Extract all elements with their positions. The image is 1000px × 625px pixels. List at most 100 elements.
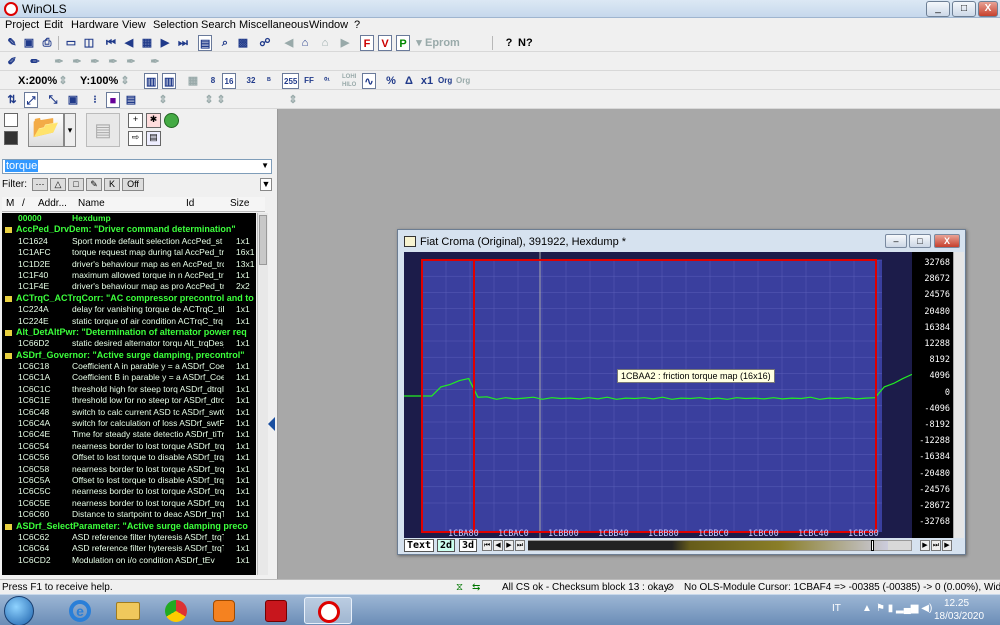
save-icon[interactable] <box>4 131 18 145</box>
8bit-button[interactable]: 8 <box>206 73 220 89</box>
menu-help[interactable]: ? <box>354 19 360 31</box>
org-button[interactable]: Org <box>438 73 452 89</box>
sel-6-icon[interactable]: ■ <box>106 92 120 108</box>
list-item[interactable]: 1C224E static torque of air condition ACT… <box>2 316 256 327</box>
list-item[interactable]: 1C6C48 switch to calc current ASD tc ASDr… <box>2 407 256 418</box>
back-icon[interactable]: ◀ <box>282 35 296 51</box>
close-button[interactable]: X <box>978 1 998 17</box>
winols-taskbar-icon[interactable] <box>304 597 352 624</box>
plot-svg[interactable]: 1CBA80 1CBAC0 1CBB00 1CBB40 1CBB80 1CBBC0 1CBC… <box>404 252 912 538</box>
help-icon[interactable]: ? <box>502 35 516 51</box>
sel-2-icon[interactable]: ⤢ <box>24 92 38 108</box>
list-group[interactable]: Alt_DetAltPwr: "Determination of alterna… <box>2 327 256 338</box>
list-group[interactable]: AccPed_DrvDem: "Driver command determina… <box>2 224 256 235</box>
list-scrollbar[interactable] <box>257 213 268 575</box>
list-item[interactable]: 1C6C1A Coefficient B in parable y = a ASD… <box>2 372 256 383</box>
filter-dropdown-icon[interactable]: ▼ <box>260 178 272 191</box>
list-group[interactable]: ACTrqC_ACTrqCorr: "AC compressor precont… <box>2 293 256 304</box>
add-map-icon[interactable]: + <box>128 113 143 128</box>
col-size[interactable]: Size <box>230 198 249 209</box>
forward-icon[interactable]: ▶ <box>338 35 352 51</box>
float-icon[interactable]: ᴮ <box>262 73 276 89</box>
scroll-prev-icon[interactable]: ◀ <box>493 540 503 551</box>
scroll-end-icon[interactable]: ▶ <box>942 540 952 551</box>
list-item[interactable]: 1C6C4E Time for steady state detectio ASD… <box>2 429 256 440</box>
up-icon[interactable]: ⌂ <box>318 35 332 51</box>
previous-icon[interactable]: ◀ <box>122 35 136 51</box>
print-icon[interactable]: ⎙ <box>40 35 54 51</box>
panel-collapse-icon[interactable] <box>268 409 276 439</box>
connect-icon[interactable]: ☍ <box>258 35 272 51</box>
menu-edit[interactable]: Edit <box>44 19 63 31</box>
child-close-button[interactable]: X <box>934 234 960 248</box>
context-help-icon[interactable]: N? <box>518 35 533 51</box>
lohi-button[interactable]: LOHI HILO <box>342 73 356 89</box>
col-m[interactable]: M <box>6 198 14 209</box>
maximize-button[interactable]: □ <box>952 1 976 17</box>
bar-view-icon[interactable]: ▥ <box>144 73 159 89</box>
scroll-last-icon[interactable]: ⏭ <box>515 540 525 551</box>
filter-off-button[interactable]: Off <box>122 178 144 191</box>
list-item[interactable]: 1C224A delay for vanishing torque de ACTr… <box>2 304 256 315</box>
wizard-icon[interactable]: ✎ <box>5 35 19 51</box>
tools-icon[interactable]: ✱ <box>146 113 161 128</box>
marker-icon[interactable]: ✏ <box>28 54 42 70</box>
sel-5-icon[interactable]: ⁝ <box>88 92 102 108</box>
x-zoom-value[interactable]: X:200% <box>18 73 57 89</box>
eprom-label[interactable]: Eprom <box>425 35 460 51</box>
col-sort[interactable]: / <box>22 198 25 209</box>
menu-search[interactable]: Search <box>201 19 236 31</box>
list-item[interactable]: 1C6C64 ASD reference filter hyteresis ASD… <box>2 543 256 554</box>
sel-1-icon[interactable]: ⇅ <box>5 92 19 108</box>
spin-4-icon[interactable]: ⇕ <box>286 92 300 108</box>
tool-6-icon[interactable]: ✒ <box>148 54 162 70</box>
tab-text[interactable]: Text <box>404 539 435 552</box>
text-view-icon[interactable]: ▤ <box>198 35 213 51</box>
v-button[interactable]: V <box>378 35 392 51</box>
map-icon[interactable]: ▩ <box>236 35 250 51</box>
percent-button[interactable]: % <box>384 73 398 89</box>
filter-4-icon[interactable]: ✎ <box>86 178 102 191</box>
clock-time[interactable]: 12.25 <box>944 598 969 609</box>
sel-7-icon[interactable]: ▤ <box>124 92 138 108</box>
tab-3d[interactable]: 3d <box>459 539 478 552</box>
col-name[interactable]: Name <box>78 198 105 209</box>
f-button[interactable]: F <box>360 35 374 51</box>
scroll-right-icon[interactable]: ▶ <box>920 540 930 551</box>
menu-view[interactable]: View <box>122 19 146 31</box>
eprom-dropdown-icon[interactable]: ▾ <box>412 35 426 51</box>
open-folder-button[interactable]: 📂 <box>28 113 64 147</box>
y-zoom-stepper-icon[interactable]: ⇕ <box>118 73 132 89</box>
language-indicator[interactable]: IT <box>832 603 841 614</box>
list-item[interactable]: 1C6C1C threshold high for steep torq ASDr… <box>2 384 256 395</box>
split-window-icon[interactable]: ◫ <box>82 35 96 51</box>
bar-view-2-icon[interactable]: ▥ <box>162 73 177 89</box>
minimize-button[interactable]: _ <box>926 1 950 17</box>
list-item[interactable]: 1C6C54 nearness border to lost torque ASD… <box>2 441 256 452</box>
open-dropdown-icon[interactable]: ▾ <box>64 113 76 147</box>
child-minimize-button[interactable]: – <box>885 234 907 248</box>
grid-icon[interactable]: ▦ <box>140 35 154 51</box>
16bit-button[interactable]: 16 <box>222 73 236 89</box>
list-item[interactable]: 1C1D2E driver's behaviour map as en AccPe… <box>2 259 256 270</box>
scroll-right-2-icon[interactable]: ⏭ <box>931 540 941 551</box>
spin-1-icon[interactable]: ⇕ <box>156 92 170 108</box>
home-icon[interactable]: ⌂ <box>298 35 312 51</box>
delta-button[interactable]: Δ <box>402 73 416 89</box>
list-item[interactable]: 1C1AFC torque request map during tal AccP… <box>2 247 256 258</box>
ie-taskbar-icon[interactable]: e <box>56 597 104 624</box>
explorer-taskbar-icon[interactable] <box>104 597 152 624</box>
find-icon[interactable]: ⌕ <box>218 35 232 51</box>
start-button[interactable] <box>4 596 34 625</box>
import-icon[interactable]: ▤ <box>86 113 120 147</box>
horizontal-scroll-thumb[interactable] <box>871 540 874 551</box>
x1-button[interactable]: x1 <box>420 73 434 89</box>
sel-3-icon[interactable]: ⤡ <box>46 92 60 108</box>
menu-hardware[interactable]: Hardware <box>71 19 119 31</box>
child-maximize-button[interactable]: □ <box>909 234 931 248</box>
hexdump-graph[interactable]: 1CBA80 1CBAC0 1CBB00 1CBB40 1CBB80 1CBBC0 1CBC… <box>404 252 953 538</box>
pack-icon[interactable]: ▤ <box>146 131 161 146</box>
menu-window[interactable]: Window <box>309 19 348 31</box>
filter-2-icon[interactable]: △ <box>50 178 66 191</box>
list-item-hexdump[interactable]: 00000 Hexdump <box>2 213 256 224</box>
